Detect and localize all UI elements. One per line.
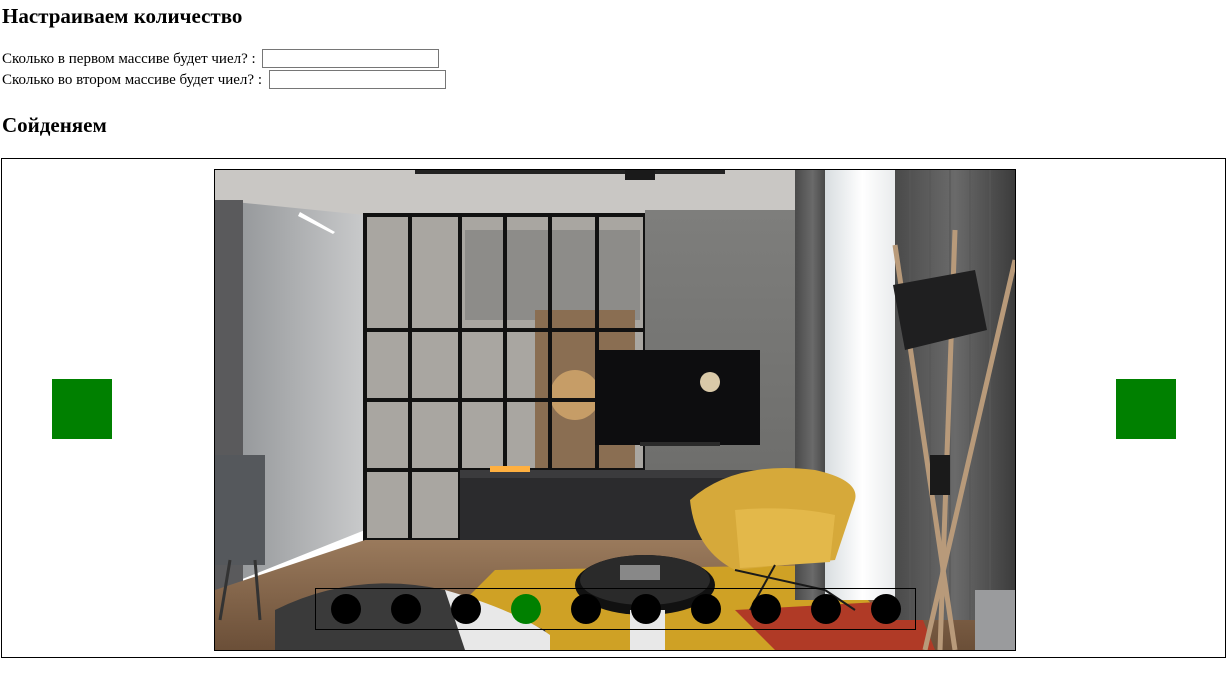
heading-connect: Сойденяем [2,113,107,137]
slide-dot[interactable] [871,594,901,624]
prev-slide-button[interactable] [52,379,112,439]
heading-quantity: Настраиваем количество [2,4,243,28]
interior-photo [215,170,1015,650]
slide-pagination [315,588,916,630]
first-array-row: Сколько в первом массиве будет чиел? : [2,49,440,70]
slide-dot[interactable] [631,594,661,624]
second-array-label: Сколько во втором массиве будет чиел? : [2,72,262,88]
slide-dot[interactable] [391,594,421,624]
first-array-label: Сколько в первом массиве будет чиел? : [2,51,256,67]
image-slider [1,158,1226,658]
slide-image [214,169,1016,651]
slide-dot[interactable] [751,594,781,624]
slide-dot[interactable] [331,594,361,624]
slide-dot[interactable] [691,594,721,624]
slide-dot[interactable] [451,594,481,624]
first-array-count-input[interactable] [262,49,440,68]
slide-dot[interactable] [511,594,541,624]
second-array-count-input[interactable] [268,70,446,89]
next-slide-button[interactable] [1116,379,1176,439]
second-array-row: Сколько во втором массиве будет чиел? : [2,70,446,91]
slide-dot[interactable] [811,594,841,624]
slide-dot[interactable] [571,594,601,624]
